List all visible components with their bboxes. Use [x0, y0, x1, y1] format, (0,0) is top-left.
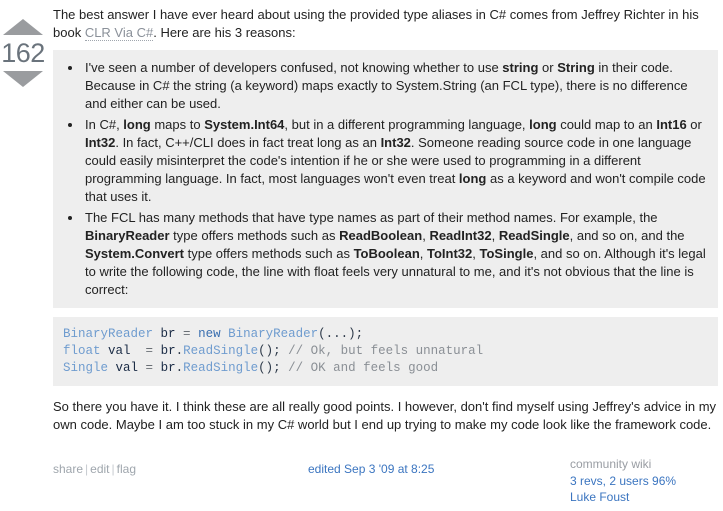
vote-cell: 162 — [0, 6, 46, 506]
reasons-list: I've seen a number of developers confuse… — [53, 50, 718, 308]
reason-item: I've seen a number of developers confuse… — [83, 59, 706, 113]
user-card: community wiki 3 revs, 2 users 96% Luke … — [568, 456, 718, 506]
revisions-link[interactable]: 3 revs, 2 users 96% — [570, 473, 718, 490]
body-text: type offers methods such as — [183, 246, 354, 261]
code-token: = — [138, 361, 161, 375]
body-text: , — [491, 228, 499, 243]
code-token: // Ok, but feels unnatural — [288, 344, 484, 358]
code-token: new — [198, 327, 221, 341]
emphasis-text: string — [502, 60, 539, 75]
body-text: The FCL has many methods that have type … — [85, 210, 658, 225]
code-token: . — [175, 344, 184, 358]
emphasis-text: Int32 — [85, 135, 116, 150]
menu-separator-2: | — [111, 462, 115, 476]
body-text: I've seen a number of developers confuse… — [85, 60, 503, 75]
body-text: , — [472, 246, 480, 261]
code-token: br — [160, 344, 176, 358]
edit-link[interactable]: edit — [90, 462, 109, 476]
answer-post: 162 The best answer I have ever heard ab… — [0, 0, 723, 506]
body-text: . In fact, C++/CLI does in fact treat lo… — [115, 135, 381, 150]
body-text: or — [686, 117, 702, 132]
code-token: = — [130, 344, 161, 358]
emphasis-text: String — [557, 60, 595, 75]
emphasis-text: ReadBoolean — [339, 228, 423, 243]
emphasis-text: BinaryReader — [85, 228, 170, 243]
post-cell: The best answer I have ever heard about … — [46, 6, 723, 506]
code-token: val — [108, 344, 131, 358]
emphasis-text: System.Int64 — [204, 117, 285, 132]
intro-text-after-link: . Here are his 3 reasons: — [153, 25, 296, 40]
body-text: , — [419, 246, 427, 261]
flag-link[interactable]: flag — [117, 462, 136, 476]
user-name-link[interactable]: Luke Foust — [570, 489, 718, 506]
code-token: Single — [63, 361, 109, 375]
code-token: // OK and feels good — [288, 361, 439, 375]
code-token: val — [115, 361, 139, 375]
body-text: , but in a different programming languag… — [284, 117, 530, 132]
arrow-up-triangle-icon[interactable] — [3, 19, 43, 35]
reason-item: The FCL has many methods that have type … — [83, 209, 706, 299]
vote-count: 162 — [1, 38, 45, 68]
emphasis-text: Int32 — [380, 135, 411, 150]
clr-via-csharp-link[interactable]: CLR Via C# — [84, 25, 154, 41]
community-wiki-label: community wiki — [570, 457, 652, 471]
body-text: could map to an — [556, 117, 657, 132]
code-token: (...); — [318, 327, 364, 341]
code-token: BinaryReader — [63, 327, 154, 341]
edited-timestamp-link[interactable]: edited Sep 3 '09 at 8:25 — [308, 462, 434, 476]
code-block: BinaryReader br = new BinaryReader(...);… — [53, 317, 718, 386]
emphasis-text: Int16 — [656, 117, 687, 132]
emphasis-text: ToInt32 — [427, 246, 473, 261]
post-footer-row: share | edit | flag edited Sep 3 '09 at 8:25… — [53, 456, 718, 506]
edited-timestamp: edited Sep 3 '09 at 8:25 — [136, 456, 568, 477]
outro-paragraph: So there you have it. I think these are … — [53, 399, 717, 432]
post-menu: share | edit | flag — [53, 456, 136, 477]
emphasis-text: ToBoolean — [353, 246, 420, 261]
emphasis-text: System.Convert — [85, 246, 184, 261]
body-text: type offers methods such as — [169, 228, 340, 243]
arrow-down-triangle-icon[interactable] — [3, 71, 43, 87]
body-text: or — [538, 60, 558, 75]
post-body: The best answer I have ever heard about … — [53, 6, 718, 434]
emphasis-text: long — [123, 117, 151, 132]
code-token: br — [160, 327, 176, 341]
reason-item: In C#, long maps to System.Int64, but in… — [83, 116, 706, 206]
emphasis-text: long — [529, 117, 557, 132]
code-token: float — [63, 344, 101, 358]
code-token: br — [160, 361, 176, 375]
body-text: , and so on, and the — [569, 228, 685, 243]
emphasis-text: long — [458, 171, 487, 186]
intro-paragraph: The best answer I have ever heard about … — [53, 6, 718, 42]
emphasis-text: ReadInt32 — [429, 228, 492, 243]
code-token: (); — [258, 361, 289, 375]
code-token: BinaryReader — [228, 327, 319, 341]
body-text: maps to — [150, 117, 205, 132]
emphasis-text: ToSingle — [479, 246, 534, 261]
code-token: = — [175, 327, 199, 341]
code-token: (); — [258, 344, 289, 358]
code-token: ReadSingle — [183, 344, 259, 358]
body-text: In C#, — [85, 117, 124, 132]
emphasis-text: ReadSingle — [498, 228, 570, 243]
code-token: . — [175, 361, 184, 375]
share-link[interactable]: share — [53, 462, 83, 476]
code-token: ReadSingle — [183, 361, 259, 375]
